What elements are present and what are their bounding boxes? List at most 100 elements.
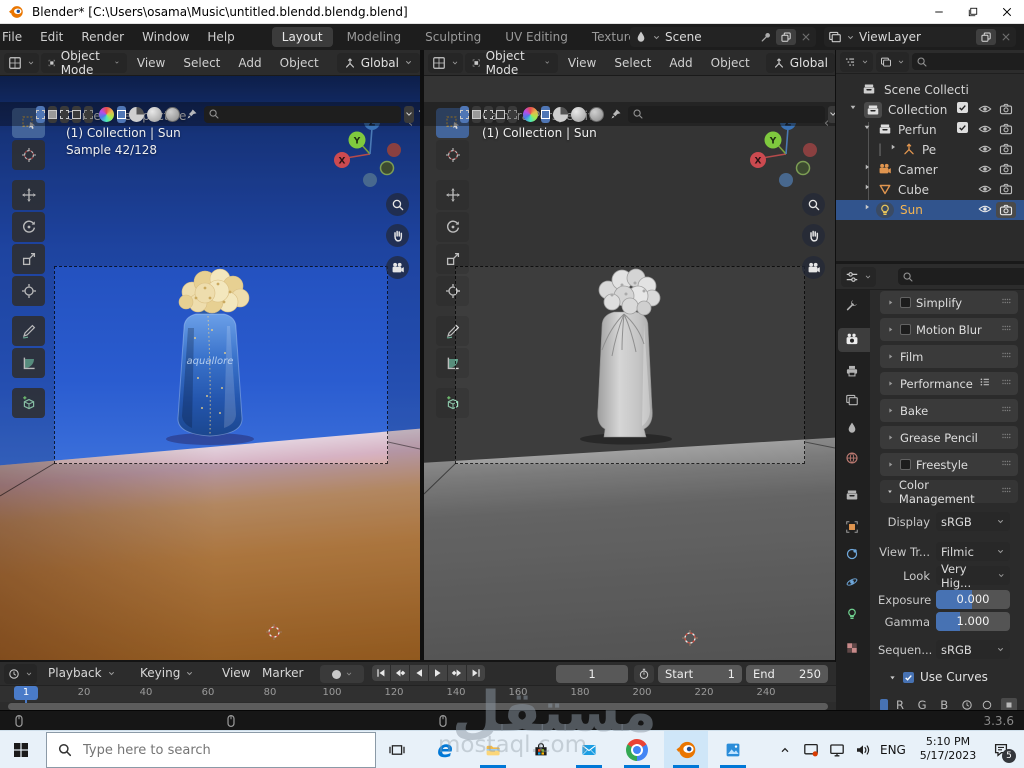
gizmo-neg-z[interactable] (363, 173, 377, 187)
properties-search[interactable] (898, 268, 1024, 285)
disclosure-triangle-icon[interactable] (862, 122, 872, 132)
tray-expand-chevron-icon[interactable] (776, 739, 794, 761)
mode-dropdown[interactable]: Object Mode (41, 50, 127, 77)
render-camera-icon[interactable] (999, 142, 1013, 156)
grip-icon[interactable] (1000, 457, 1012, 472)
grip-icon[interactable] (1000, 349, 1012, 364)
minimize-button[interactable] (922, 0, 956, 24)
material-preview-sphere[interactable] (99, 106, 114, 122)
outliner-search[interactable] (912, 53, 1024, 70)
keying-menu[interactable]: Keying (140, 666, 194, 680)
editor-type-button[interactable] (841, 266, 876, 287)
outliner-row-empty[interactable]: | Pe (836, 140, 1024, 160)
workspace-tab-modeling[interactable]: Modeling (337, 27, 412, 47)
edge-icon[interactable]: e (434, 737, 456, 763)
outliner-row-scene-collection[interactable]: Scene Collecti (836, 80, 1024, 100)
clock-icon[interactable] (961, 699, 973, 710)
viewport-search[interactable] (628, 105, 825, 123)
zoom-button[interactable] (802, 193, 825, 216)
overlay-filter-icon[interactable] (417, 108, 420, 120)
menu-add[interactable]: Add (230, 56, 269, 70)
shading-rendered-sphere[interactable] (165, 106, 180, 122)
start-button[interactable] (10, 739, 32, 761)
menu-view[interactable]: View (129, 56, 173, 70)
play-button[interactable] (429, 665, 447, 681)
taskbar-search-input[interactable] (83, 742, 375, 758)
select-mode-intersect-button[interactable] (508, 105, 517, 123)
viewport-search-input[interactable] (204, 105, 401, 123)
circle-icon[interactable] (981, 699, 993, 710)
maximize-button[interactable] (956, 0, 990, 24)
tab-tool-icon[interactable] (845, 298, 859, 312)
orientation-dropdown[interactable]: Global (765, 52, 835, 73)
mail-icon[interactable] (578, 739, 600, 761)
display-dropdown[interactable]: sRGB (936, 512, 1010, 531)
hide-eye-icon[interactable] (978, 162, 992, 176)
new-viewlayer-button[interactable] (976, 29, 996, 45)
use-preview-range-button[interactable] (634, 665, 654, 683)
microsoft-store-icon[interactable] (530, 739, 552, 761)
collection-checkbox[interactable] (957, 102, 968, 113)
viewport-search-input[interactable] (628, 105, 825, 123)
gizmo-x[interactable]: X (334, 152, 350, 168)
shading-rendered-sphere[interactable] (589, 106, 604, 122)
section-performance[interactable]: Performance (880, 372, 1018, 395)
jump-to-end-button[interactable] (467, 665, 485, 681)
look-dropdown[interactable]: Very Hig... (936, 562, 1010, 590)
menu-render[interactable]: Render (72, 24, 133, 50)
exposure-slider[interactable]: 0.000 (936, 590, 1010, 609)
channel-swatch[interactable] (880, 699, 888, 710)
section-color-management[interactable]: Color Management (880, 478, 1018, 506)
tab-output-icon[interactable] (845, 364, 859, 378)
section-freestyle[interactable]: Freestyle (880, 453, 1018, 476)
zoom-button[interactable] (386, 193, 409, 216)
tab-object-data-icon[interactable] (845, 607, 859, 621)
menu-select[interactable]: Select (175, 56, 228, 70)
gizmo-neg-x[interactable] (387, 143, 401, 157)
shading-material-sphere[interactable] (571, 106, 586, 122)
use-curves-checkbox[interactable] (903, 671, 914, 683)
perfume-bottle-render[interactable]: aquallore (150, 258, 270, 458)
current-frame-field[interactable]: 1 (556, 665, 628, 683)
use-curves-row[interactable]: Use Curves (888, 670, 988, 684)
grip-icon[interactable] (1000, 403, 1012, 418)
outliner-row-sun-selected[interactable]: Sun (836, 200, 1024, 220)
preset-list-icon[interactable] (979, 376, 991, 391)
section-checkbox[interactable] (900, 324, 911, 335)
display-mode-button[interactable] (876, 51, 909, 72)
select-mode-intersect-button[interactable] (84, 105, 93, 123)
menu-edit[interactable]: Edit (31, 24, 72, 50)
gizmo-neg-y[interactable] (379, 160, 395, 176)
render-camera-icon[interactable] (999, 162, 1013, 176)
gizmo-neg-x[interactable] (803, 143, 817, 157)
select-mode-invert-button[interactable] (72, 105, 81, 123)
grip-icon[interactable] (1000, 430, 1012, 445)
editor-type-button[interactable] (4, 52, 39, 73)
section-motion-blur[interactable]: Motion Blur (880, 318, 1018, 341)
next-keyframe-button[interactable] (448, 665, 466, 681)
tab-scene-icon[interactable] (845, 421, 859, 435)
disclosure-triangle-icon[interactable] (848, 102, 858, 112)
viewlayer-selector[interactable]: ViewLayer (824, 27, 1016, 47)
box-icon[interactable] (1001, 698, 1018, 710)
shading-wireframe-sphere[interactable] (129, 106, 144, 122)
viewport-search[interactable] (204, 105, 401, 123)
photos-icon[interactable] (722, 739, 744, 761)
disclosure-triangle-icon[interactable] (862, 202, 872, 212)
language-indicator[interactable]: ENG (880, 743, 906, 757)
shading-dropdown-button[interactable] (404, 105, 414, 123)
close-button[interactable] (990, 0, 1024, 24)
section-checkbox[interactable] (900, 459, 911, 470)
menu-file[interactable]: File (0, 24, 31, 50)
workspace-tab-sculpting[interactable]: Sculpting (415, 27, 491, 47)
frame-end-field[interactable]: End 250 (746, 665, 828, 683)
channel-buttons[interactable]: R G B (896, 698, 953, 710)
hide-eye-icon[interactable] (978, 202, 992, 216)
paint-brush-icon[interactable] (183, 108, 201, 120)
prev-keyframe-button[interactable] (391, 665, 409, 681)
pan-hand-button[interactable] (802, 224, 825, 247)
grip-icon[interactable] (1000, 376, 1012, 391)
gizmo-neg-y[interactable] (795, 160, 811, 176)
display-network-icon[interactable] (826, 739, 848, 761)
select-mode-invert-button[interactable] (496, 105, 505, 123)
